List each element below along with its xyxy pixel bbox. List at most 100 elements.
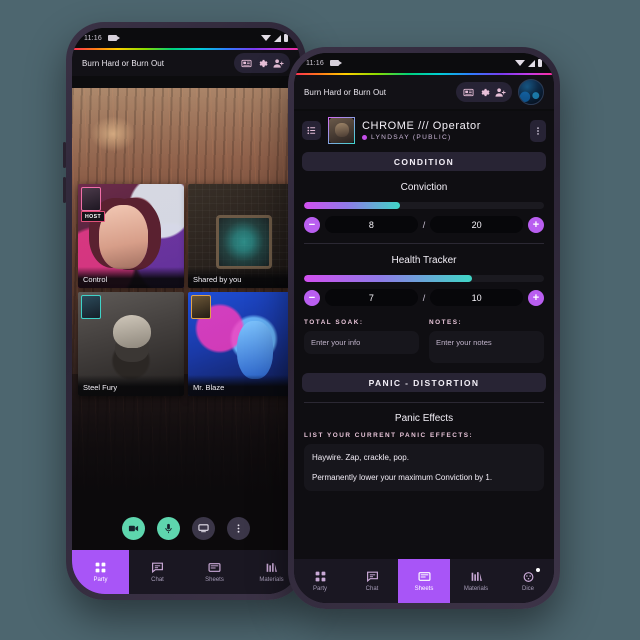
- host-tag: HOST: [81, 211, 106, 222]
- nav-label: Chat: [151, 577, 164, 583]
- field-label: NOTES:: [429, 319, 463, 326]
- current-value-input[interactable]: 7: [325, 289, 418, 306]
- tracker-progress-fill: [304, 275, 472, 282]
- nav-item-dice[interactable]: Dice: [502, 559, 554, 603]
- nav-item-sheets[interactable]: Sheets: [398, 559, 450, 603]
- divider: [304, 402, 544, 403]
- sheet-icon: [208, 563, 221, 572]
- list-icon[interactable]: [302, 121, 321, 140]
- header-actions: [456, 82, 512, 102]
- page-title: Burn Hard or Burn Out: [304, 87, 387, 97]
- nav-label: Sheets: [205, 577, 224, 583]
- nav-label: Materials: [463, 586, 489, 592]
- character-avatar[interactable]: [328, 117, 355, 144]
- panic-distortion-button[interactable]: PANIC - DISTORTION: [302, 373, 546, 392]
- participant-grid: HOST Control Shared by you Steel Fury Mr…: [78, 184, 294, 396]
- decrement-button[interactable]: −: [304, 289, 320, 306]
- tile-label: Shared by you: [188, 267, 294, 288]
- online-status-dot: [362, 135, 367, 140]
- header-actions: [234, 53, 290, 73]
- tracker-title: Conviction: [400, 182, 448, 193]
- participant-tile[interactable]: HOST Control: [78, 184, 184, 288]
- right-screen: 11:16 Burn Hard or Burn Out CHROME /// O…: [294, 53, 554, 603]
- add-person-icon[interactable]: [493, 85, 507, 99]
- character-owner-label: LYNDSAY (PUBLIC): [371, 134, 452, 141]
- tracker-title: Health Tracker: [391, 255, 457, 266]
- field-notes: NOTES: Enter your notes: [429, 319, 544, 363]
- current-value-input[interactable]: 8: [325, 216, 418, 233]
- host-avatar-badge: [81, 187, 101, 211]
- participant-tile[interactable]: Shared by you: [188, 184, 294, 288]
- status-time: 11:16: [306, 59, 324, 67]
- condition-button[interactable]: CONDITION: [302, 152, 546, 171]
- add-person-icon[interactable]: [271, 56, 285, 70]
- decrement-button[interactable]: −: [304, 216, 320, 233]
- tracker-stepper: − 7 / 10 +: [304, 289, 545, 306]
- increment-button[interactable]: +: [528, 289, 545, 306]
- grid-icon: [315, 571, 325, 582]
- avatar[interactable]: [518, 79, 544, 105]
- character-header: CHROME /// Operator LYNDSAY (PUBLIC): [294, 111, 554, 148]
- handout-icon[interactable]: [461, 85, 475, 99]
- right-status-bar: 11:16: [294, 53, 554, 73]
- nav-item-party[interactable]: Party: [72, 550, 129, 594]
- tracker-progress-bar: [304, 275, 544, 282]
- volume-down-button[interactable]: [63, 177, 66, 203]
- nav-item-chat[interactable]: Chat: [129, 550, 186, 594]
- wifi-icon: [515, 60, 525, 66]
- nav-label: Dice: [521, 586, 534, 592]
- microphone-icon[interactable]: [157, 517, 180, 540]
- panic-effects-input[interactable]: Haywire. Zap, crackle, pop. Permanently …: [304, 444, 544, 492]
- grid-icon: [95, 562, 106, 573]
- dice-icon: [523, 572, 533, 582]
- handout-icon[interactable]: [239, 56, 253, 70]
- party-video-stage: HOST Control Shared by you Steel Fury Mr…: [72, 88, 300, 550]
- signal-icon: [528, 59, 535, 67]
- panic-effects-title: Panic Effects: [394, 413, 454, 424]
- max-value-input[interactable]: 20: [430, 216, 524, 233]
- sheet-icon: [417, 572, 431, 581]
- panic-effect-line: Haywire. Zap, crackle, pop.: [312, 453, 409, 462]
- field-label: TOTAL SOAK:: [304, 319, 364, 326]
- tracker-health: Health Tracker − 7 / 10 +: [294, 255, 554, 306]
- nav-item-chat[interactable]: Chat: [346, 559, 398, 603]
- battery-icon: [538, 59, 542, 67]
- increment-button[interactable]: +: [528, 216, 545, 233]
- screen-share-icon[interactable]: [192, 517, 215, 540]
- video-camera-icon: [108, 35, 120, 41]
- total-soak-input[interactable]: Enter your info: [304, 331, 419, 354]
- nav-item-sheets[interactable]: Sheets: [186, 550, 243, 594]
- materials-icon: [266, 563, 277, 572]
- tracker-progress-bar: [304, 202, 544, 209]
- max-value-input[interactable]: 10: [430, 289, 524, 306]
- divider: [304, 243, 544, 244]
- volume-up-button[interactable]: [63, 142, 66, 168]
- tile-label: Control: [78, 267, 184, 288]
- materials-icon: [471, 572, 482, 581]
- panic-effect-line: Permanently lower your maximum Convictio…: [312, 472, 493, 482]
- more-options-icon[interactable]: [227, 517, 250, 540]
- camera-icon[interactable]: [122, 517, 145, 540]
- tracker-conviction: Conviction − 8 / 20 +: [294, 182, 554, 233]
- value-separator: /: [422, 292, 426, 303]
- tile-label: Mr. Blaze: [188, 375, 294, 396]
- nav-label: Materials: [259, 577, 284, 583]
- chat-icon: [366, 571, 378, 583]
- gear-icon[interactable]: [477, 85, 491, 99]
- character-identity: CHROME /// Operator LYNDSAY (PUBLIC): [362, 120, 481, 141]
- participant-tile[interactable]: Mr. Blaze: [188, 292, 294, 396]
- left-status-bar: 11:16: [72, 28, 300, 48]
- left-app-header: Burn Hard or Burn Out: [72, 50, 300, 76]
- tracker-progress-fill: [304, 202, 400, 209]
- notes-input[interactable]: Enter your notes: [429, 331, 544, 363]
- gear-icon[interactable]: [255, 56, 269, 70]
- nav-item-party[interactable]: Party: [294, 559, 346, 603]
- nav-item-materials[interactable]: Materials: [450, 559, 502, 603]
- character-name: CHROME /// Operator: [362, 120, 481, 132]
- more-vertical-icon[interactable]: [530, 119, 546, 142]
- page-title: Burn Hard or Burn Out: [82, 58, 165, 68]
- status-indicators: [515, 59, 542, 67]
- participant-tile[interactable]: Steel Fury: [78, 292, 184, 396]
- character-owner: LYNDSAY (PUBLIC): [362, 134, 481, 141]
- tile-label: Steel Fury: [78, 375, 184, 396]
